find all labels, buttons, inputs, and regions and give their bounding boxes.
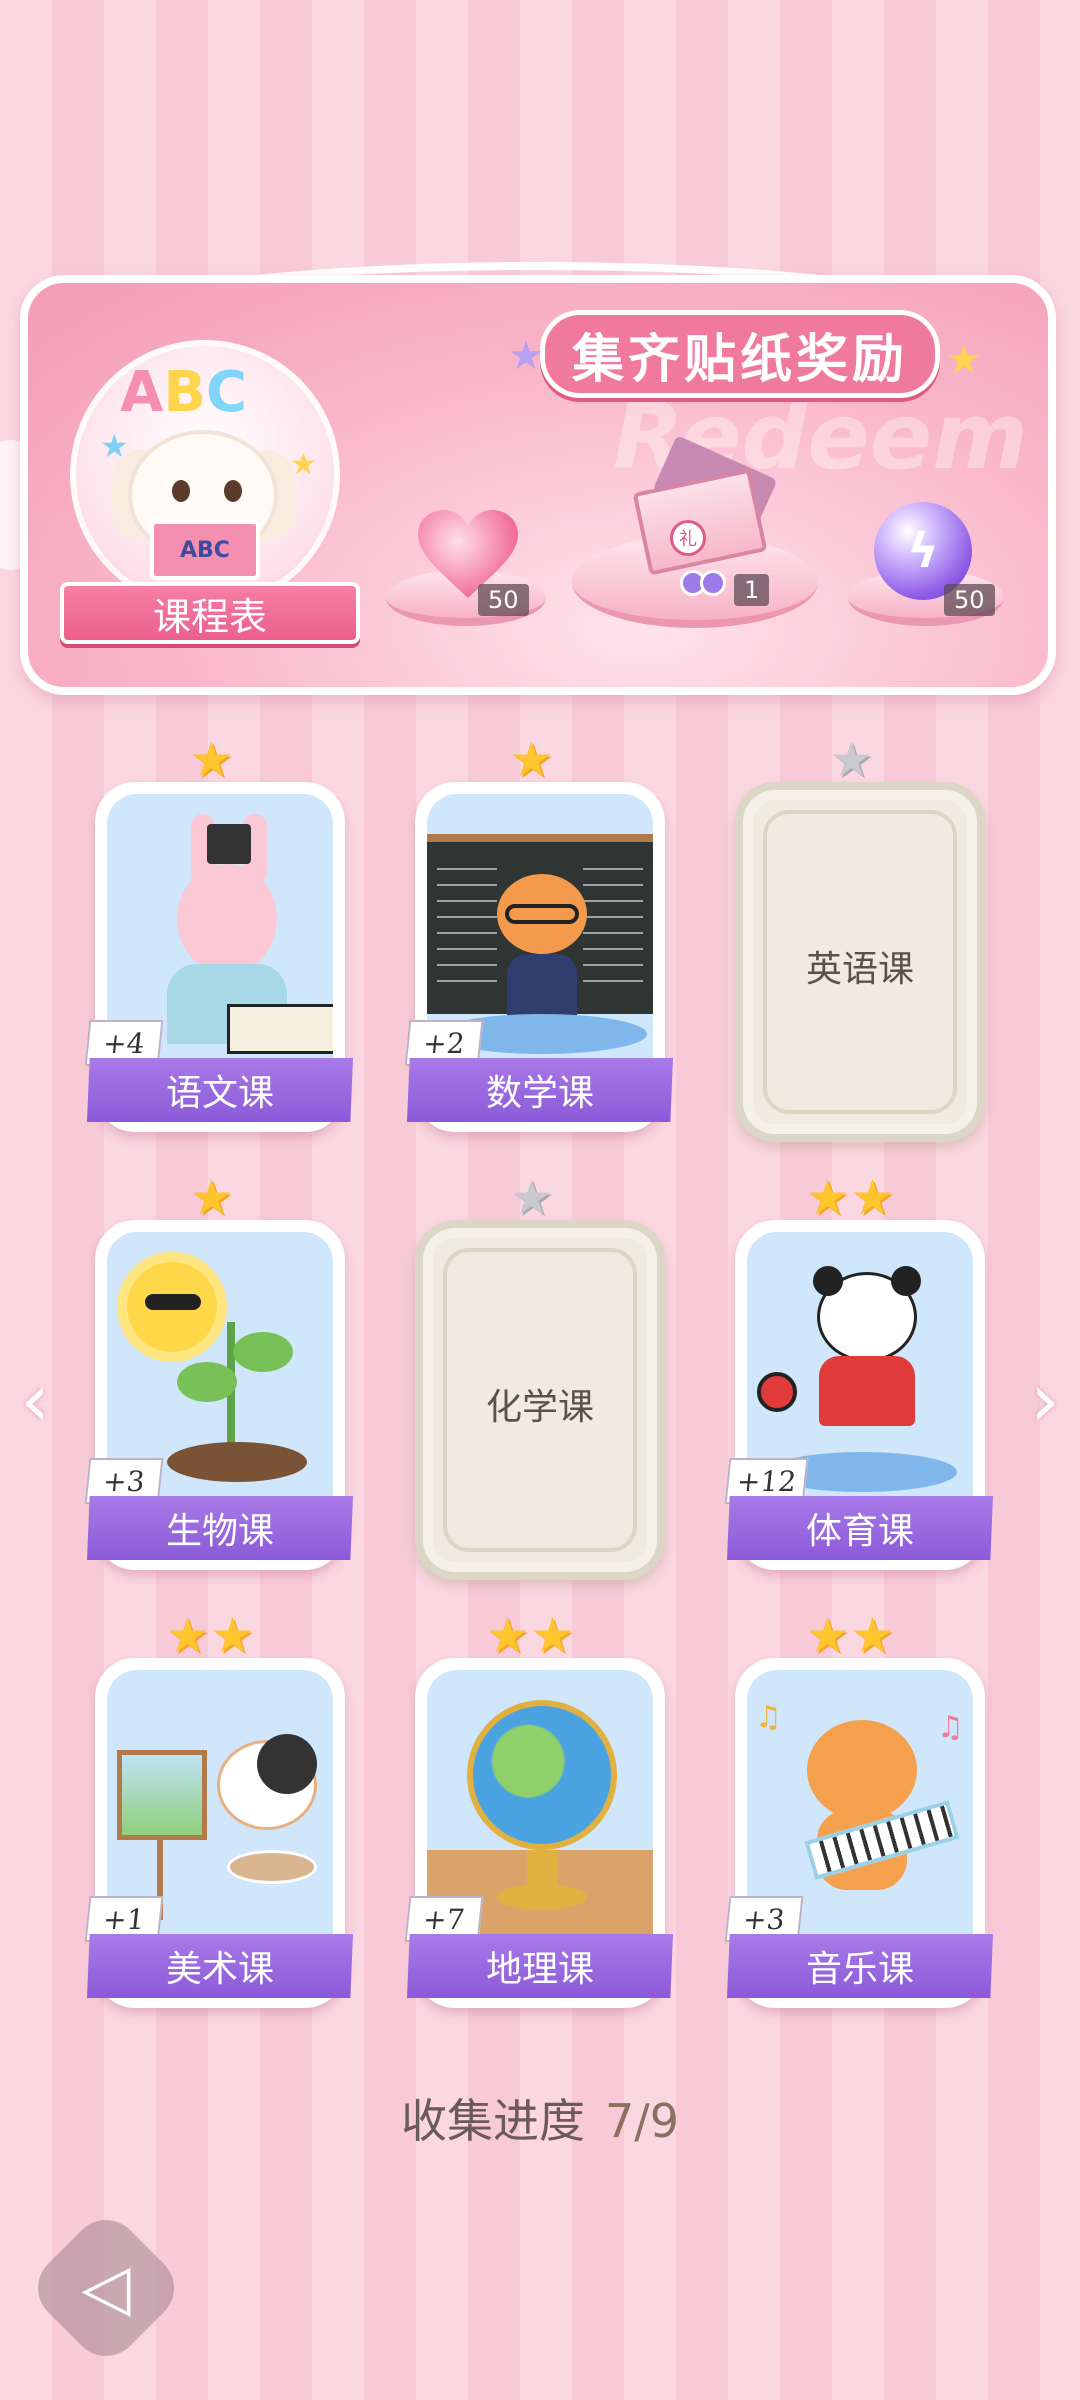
calligraphy-scroll xyxy=(227,1004,333,1054)
card-label: 数学课 xyxy=(407,1058,673,1122)
card-stars: ★ xyxy=(830,736,873,784)
star-icon: ★ xyxy=(510,1170,554,1226)
card-stars: ★ ★ xyxy=(806,1612,894,1660)
progress-label: 收集进度 xyxy=(400,2094,585,2148)
chevron-left-icon[interactable]: ‹ xyxy=(10,1360,60,1440)
easel-painting xyxy=(117,1750,207,1840)
star-icon: ★ xyxy=(510,732,554,788)
locked-card-name: 化学课 xyxy=(485,1387,594,1428)
card-stars: ★ ★ xyxy=(166,1612,254,1660)
card-stars: ★ xyxy=(190,1174,233,1222)
progress-value: 7/9 xyxy=(604,2094,680,2148)
schedule-button[interactable]: 课程表 xyxy=(60,582,360,644)
reward-count: 1 xyxy=(734,574,770,606)
sticker-card[interactable]: +1 美术课 xyxy=(84,1658,353,2008)
reward-count: 50 xyxy=(478,584,529,616)
gem-bead xyxy=(700,570,726,596)
star-icon: ★ xyxy=(190,1170,234,1226)
card-stars: ★ xyxy=(510,736,553,784)
star-icon: ★ xyxy=(531,1608,575,1664)
music-note-icon: ♫ xyxy=(755,1700,782,1735)
panda-ear xyxy=(891,1266,921,1296)
sticker-card[interactable]: +7 地理课 xyxy=(404,1658,673,2008)
card-stars: ★ ★ xyxy=(806,1174,894,1222)
star-icon: ★ xyxy=(486,1608,530,1664)
locked-card[interactable]: 英语课 xyxy=(735,782,985,1142)
reward-count: 50 xyxy=(944,584,995,616)
chalk-text xyxy=(437,854,497,994)
star-icon: ★ xyxy=(190,732,234,788)
collection-progress: 收集进度 7/9 xyxy=(0,2085,1080,2151)
leaf xyxy=(233,1332,293,1372)
sticker-card[interactable]: +12 体育课 xyxy=(724,1220,993,1570)
red-shirt xyxy=(819,1356,915,1426)
card-stars: ★ xyxy=(510,1174,553,1222)
globe-icon xyxy=(467,1700,617,1850)
blue-star-icon: ★ xyxy=(100,427,129,465)
gift-badge: 礼 xyxy=(670,520,706,556)
book-icon: ABC xyxy=(150,520,260,580)
panda-ear xyxy=(813,1266,843,1296)
card-label: 体育课 xyxy=(727,1496,993,1560)
music-note-icon: ♫ xyxy=(937,1710,964,1745)
star-icon: ★ xyxy=(806,1170,850,1226)
soil xyxy=(167,1442,307,1482)
ping-pong-paddle-icon xyxy=(757,1372,797,1412)
abc-letters: ABC xyxy=(120,360,248,425)
back-arrow-icon[interactable]: ◁ xyxy=(48,2230,164,2346)
banner-title: 集齐贴纸奖励 xyxy=(540,310,940,398)
sticker-card[interactable]: +2 数学课 xyxy=(404,782,673,1132)
chalk-text xyxy=(583,854,643,994)
globe-base xyxy=(497,1884,587,1910)
star-icon: ★ xyxy=(806,1608,850,1664)
card-label: 地理课 xyxy=(407,1934,673,1998)
card-label: 生物课 xyxy=(87,1496,353,1560)
star-icon: ★ xyxy=(166,1608,210,1664)
star-icon: ★ xyxy=(851,1170,895,1226)
sticker-card[interactable]: +3 生物课 xyxy=(84,1220,353,1570)
locked-card-name: 英语课 xyxy=(805,949,914,990)
sticker-card[interactable]: ♫ ♫ +3 音乐课 xyxy=(724,1658,993,2008)
star-icon: ★ xyxy=(830,732,874,788)
leaf xyxy=(177,1362,237,1402)
dog-eye xyxy=(172,480,190,502)
gold-star-icon: ★ xyxy=(290,447,317,482)
purple-star-icon: ★ xyxy=(508,333,544,379)
cat-head xyxy=(807,1720,917,1820)
gold-star-icon: ★ xyxy=(946,337,982,383)
card-label: 音乐课 xyxy=(727,1934,993,1998)
hat xyxy=(207,824,251,864)
palette-icon xyxy=(227,1850,317,1884)
star-icon: ★ xyxy=(211,1608,255,1664)
star-icon: ★ xyxy=(851,1608,895,1664)
card-stars: ★ xyxy=(190,736,233,784)
chevron-right-icon[interactable]: › xyxy=(1020,1360,1070,1440)
locked-card[interactable]: 化学课 xyxy=(415,1220,665,1580)
sticker-card[interactable]: +4 语文课 xyxy=(84,782,353,1132)
cat-patch xyxy=(257,1734,317,1794)
glasses xyxy=(505,904,579,924)
card-stars: ★ ★ xyxy=(486,1612,574,1660)
card-label: 语文课 xyxy=(87,1058,353,1122)
sunglasses xyxy=(145,1294,201,1310)
card-label: 美术课 xyxy=(87,1934,353,1998)
dog-eye xyxy=(224,480,242,502)
